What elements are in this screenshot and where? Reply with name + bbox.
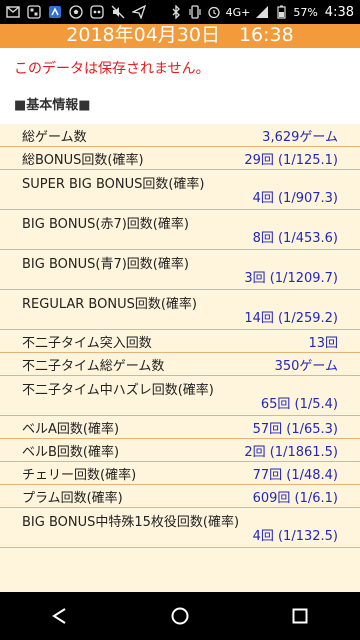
row-label: ベルA回数(確率): [22, 421, 120, 437]
network-type: 4G+: [225, 5, 251, 19]
signal-app-icon: [48, 5, 62, 19]
row-label: 総BONUS回数(確率): [22, 152, 144, 168]
table-row: REGULAR BONUS回数(確率) 14回 (1/259.2): [0, 290, 360, 330]
back-button[interactable]: [40, 596, 80, 636]
row-value: 2回 (1/1861.5): [244, 444, 338, 460]
row-label: 不二子タイム中ハズレ回数(確率): [22, 383, 214, 398]
clock: 4:38: [324, 4, 354, 20]
soccer-ball-icon: [69, 5, 83, 19]
table-row: 不二子タイム中ハズレ回数(確率) 65回 (1/5.4): [0, 376, 360, 416]
mute-icon: [111, 5, 125, 19]
row-value: 609回 (1/6.1): [252, 490, 338, 506]
table-row: BIG BONUS(赤7)回数(確率) 8回 (1/453.6): [0, 210, 360, 250]
stats-table: 総ゲーム数 3,629ゲーム 総BONUS回数(確率) 29回 (1/125.1…: [0, 124, 360, 592]
row-value: 4回 (1/907.3): [252, 191, 338, 206]
table-row: 総BONUS回数(確率) 29回 (1/125.1): [0, 147, 360, 170]
status-bar: 4G+ 57% 4:38: [0, 0, 360, 24]
row-label: REGULAR BONUS回数(確率): [22, 297, 197, 312]
home-icon: [171, 607, 189, 625]
table-row: 不二子タイム総ゲーム数 350ゲーム: [0, 353, 360, 376]
cell-signal-icon: [255, 5, 269, 19]
system-icons: 4G+ 57% 4:38: [169, 5, 354, 20]
recent-apps-button[interactable]: [280, 596, 320, 636]
vibrate-icon: [188, 5, 202, 19]
row-label: 不二子タイム総ゲーム数: [22, 358, 165, 374]
row-value: 4回 (1/132.5): [252, 529, 338, 544]
row-value: 8回 (1/453.6): [252, 231, 338, 246]
recent-apps-icon: [292, 608, 308, 624]
mail-icon: [6, 5, 20, 19]
send-icon: [132, 5, 146, 19]
row-label: BIG BONUS(赤7)回数(確率): [22, 217, 189, 232]
table-row: 不二子タイム突入回数 13回: [0, 330, 360, 353]
row-label: SUPER BIG BONUS回数(確率): [22, 177, 205, 192]
alarm-icon: [207, 5, 221, 19]
row-label: 総ゲーム数: [22, 129, 87, 145]
table-row: チェリー回数(確率) 77回 (1/48.4): [0, 462, 360, 485]
table-row: SUPER BIG BONUS回数(確率) 4回 (1/907.3): [0, 170, 360, 210]
row-label: ベルB回数(確率): [22, 444, 120, 460]
row-label: BIG BONUS中特殊15枚役回数(確率): [22, 515, 240, 530]
row-value: 3,629ゲーム: [262, 129, 338, 145]
row-label: 不二子タイム突入回数: [22, 335, 152, 351]
row-value: 3回 (1/1209.7): [244, 271, 338, 286]
section-title: ■基本情報■: [14, 98, 91, 113]
bluetooth-icon: [169, 5, 183, 19]
game-controller-icon: [90, 5, 104, 19]
row-value: 13回: [308, 335, 338, 351]
app-grid-icon: [27, 5, 41, 19]
table-row: プラム回数(確率) 609回 (1/6.1): [0, 485, 360, 508]
table-row: BIG BONUS中特殊15枚役回数(確率) 4回 (1/132.5): [0, 508, 360, 548]
row-label: プラム回数(確率): [22, 490, 123, 506]
table-row: BIG BONUS(青7)回数(確率) 3回 (1/1209.7): [0, 250, 360, 290]
row-label: BIG BONUS(青7)回数(確率): [22, 257, 189, 272]
battery-icon: [274, 5, 288, 19]
date-time-text: 2018年04月30日 16:38: [66, 24, 294, 46]
row-value: 77回 (1/48.4): [252, 467, 338, 483]
row-value: 350ゲーム: [274, 358, 338, 374]
battery-percent: 57%: [293, 5, 318, 19]
row-label: チェリー回数(確率): [22, 467, 137, 483]
home-button[interactable]: [160, 596, 200, 636]
row-value: 65回 (1/5.4): [260, 397, 338, 412]
row-value: 57回 (1/65.3): [252, 421, 338, 437]
navigation-bar: [0, 592, 360, 640]
table-row: ベルB回数(確率) 2回 (1/1861.5): [0, 439, 360, 462]
table-row: ベルA回数(確率) 57回 (1/65.3): [0, 416, 360, 439]
row-value: 14回 (1/259.2): [244, 311, 338, 326]
table-row: 総ゲーム数 3,629ゲーム: [0, 124, 360, 147]
row-value: 29回 (1/125.1): [244, 152, 338, 168]
warning-message: このデータは保存されません。: [14, 61, 210, 77]
date-header: 2018年04月30日 16:38: [0, 24, 360, 48]
notification-icons: [6, 5, 146, 19]
back-icon: [52, 608, 66, 624]
